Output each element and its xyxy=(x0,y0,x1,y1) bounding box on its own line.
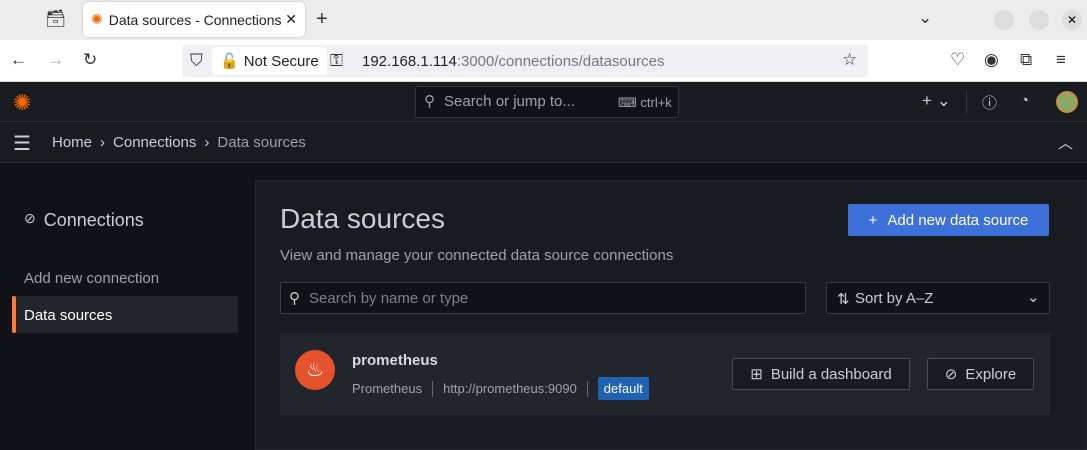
menu-icon[interactable]: ≡ xyxy=(1056,50,1066,70)
chevron-right-icon: › xyxy=(204,134,210,151)
sort-select[interactable]: ⇅ Sort by A–Z ⌄ xyxy=(826,282,1050,314)
pocket-icon[interactable]: ♡ xyxy=(950,50,965,70)
collapse-chevron-up-icon[interactable]: ︿ xyxy=(1058,132,1073,153)
close-window-button[interactable]: ✕ xyxy=(1062,10,1082,30)
breadcrumb-connections[interactable]: Connections xyxy=(113,134,196,151)
add-menu-button[interactable]: + ⌄ xyxy=(922,91,951,111)
sort-icon: ⇅ xyxy=(837,291,850,308)
chevron-right-icon: › xyxy=(100,134,106,151)
explore-button[interactable]: ⊘ Explore xyxy=(927,358,1034,390)
sidebar-item-label: Data sources xyxy=(24,307,113,324)
breadcrumb-current: Data sources xyxy=(217,134,306,151)
sidebar: ⊘ Connections Add new connection Data sou… xyxy=(0,163,253,450)
browser-tab[interactable]: ✺ Data sources - Connections ✕ xyxy=(83,2,305,37)
grafana-favicon-icon: ✺ xyxy=(91,11,103,27)
prometheus-logo-icon: ♨ xyxy=(295,350,335,390)
button-label: Explore xyxy=(965,365,1017,383)
url-text[interactable]: 192.168.1.114:3000/connections/datasourc… xyxy=(362,53,664,70)
page-title: Data sources xyxy=(280,203,445,234)
key-icon: ⚿ xyxy=(330,51,343,70)
divider xyxy=(966,90,967,114)
shortcut-hint: ⌨ ctrl+k xyxy=(618,95,672,110)
sort-value: Sort by A–Z xyxy=(855,290,934,307)
datasource-name[interactable]: prometheus xyxy=(352,352,438,369)
breadcrumb-home[interactable]: Home xyxy=(52,134,92,151)
tab-title: Data sources - Connections xyxy=(108,11,282,28)
reload-icon[interactable]: ↻ xyxy=(83,50,97,70)
main-content: Data sources View and manage your connec… xyxy=(255,180,1087,450)
sidebar-item-data-sources[interactable]: Data sources xyxy=(12,296,238,333)
security-label: Not Secure xyxy=(243,52,319,70)
insecure-lock-icon: 🔓 xyxy=(220,53,239,70)
datasource-type: Prometheus xyxy=(352,381,423,396)
grafana-logo-icon[interactable]: ✺ xyxy=(13,90,31,116)
url-path: :3000/connections/datasources xyxy=(456,53,665,70)
datasource-url: http://prometheus:9090 xyxy=(443,381,577,396)
chevron-down-icon: ⌄ xyxy=(1027,289,1040,306)
hamburger-menu-icon[interactable]: ☰ xyxy=(13,131,31,156)
new-tab-button[interactable]: + xyxy=(316,8,328,31)
account-icon[interactable]: ◉ xyxy=(984,50,999,70)
sidebar-item-add-new-connection[interactable]: Add new connection xyxy=(24,270,159,287)
build-dashboard-button[interactable]: ⊞ Build a dashboard xyxy=(732,358,910,390)
shield-icon: ⛉ xyxy=(190,51,203,70)
compass-icon: ⊘ xyxy=(944,366,958,383)
search-icon: ⚲ xyxy=(289,290,300,307)
shortcut-text: ctrl+k xyxy=(640,95,672,110)
bookmark-star-icon[interactable]: ☆ xyxy=(842,50,857,70)
minimize-button[interactable] xyxy=(994,10,1014,30)
tab-list-icon[interactable]: 🗃 xyxy=(45,9,67,29)
news-rss-icon[interactable]: ◔ xyxy=(1020,92,1029,109)
security-indicator[interactable]: 🔓 Not Secure xyxy=(212,47,327,75)
datasource-card[interactable]: ♨ prometheus Prometheus http://prometheu… xyxy=(280,333,1050,415)
button-label: Build a dashboard xyxy=(770,365,892,383)
default-badge: default xyxy=(597,377,649,400)
add-new-data-source-button[interactable]: + Add new data source xyxy=(848,204,1049,236)
dashboard-grid-icon: ⊞ xyxy=(750,366,763,383)
active-indicator xyxy=(12,296,16,333)
close-tab-icon[interactable]: ✕ xyxy=(285,11,297,28)
back-icon[interactable]: ← xyxy=(10,50,27,70)
plus-icon: + xyxy=(922,91,932,110)
sidebar-title: Connections xyxy=(43,210,144,230)
plus-icon: + xyxy=(868,211,878,229)
global-search[interactable]: ⚲ Search or jump to... ⌨ ctrl+k xyxy=(415,86,679,118)
breadcrumb: ☰ Home › Connections › Data sources ︿ xyxy=(0,122,1087,163)
extensions-icon[interactable]: ⧉ xyxy=(1020,50,1032,70)
browser-tab-bar: 🗃 ✺ Data sources - Connections ✕ + ⌄ ✕ xyxy=(0,0,1087,40)
help-icon[interactable]: ⓘ xyxy=(982,92,997,113)
divider xyxy=(432,380,434,397)
search-icon: ⚲ xyxy=(424,93,435,110)
button-label: Add new data source xyxy=(887,211,1029,229)
connections-icon: ⊘ xyxy=(24,210,36,226)
search-placeholder: Search or jump to... xyxy=(444,93,575,110)
tab-overflow-chevron-icon[interactable]: ⌄ xyxy=(918,8,932,28)
divider xyxy=(586,380,588,397)
url-host: 192.168.1.114 xyxy=(362,53,457,70)
avatar[interactable] xyxy=(1056,91,1078,113)
search-placeholder: Search by name or type xyxy=(309,290,469,307)
forward-icon[interactable]: → xyxy=(47,50,64,70)
page-subtitle: View and manage your connected data sour… xyxy=(280,247,674,264)
maximize-button[interactable] xyxy=(1029,10,1049,30)
url-bar[interactable]: ⛉ 🔓 Not Secure ⚿ 192.168.1.114:3000/conne… xyxy=(182,45,868,77)
datasource-search-input[interactable]: ⚲ Search by name or type xyxy=(280,282,806,314)
